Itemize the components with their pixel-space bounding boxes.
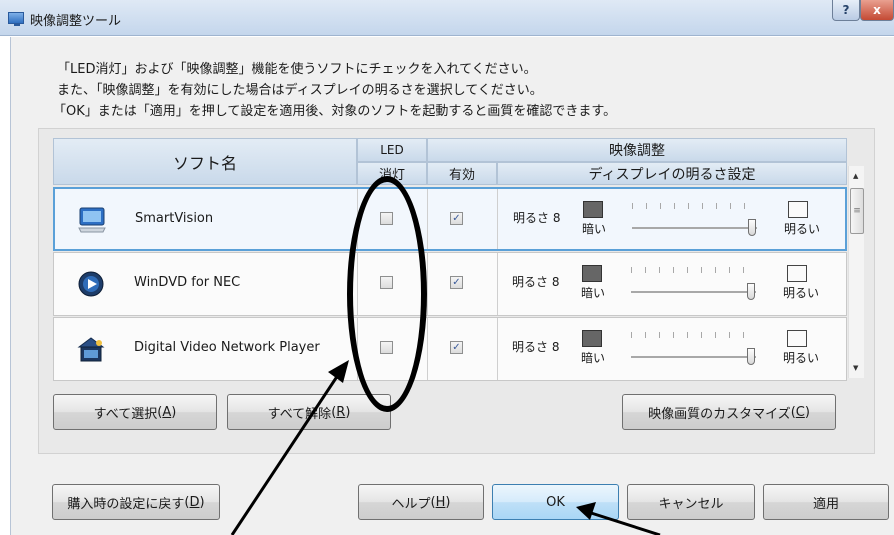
enabled-checkbox[interactable]: ✓ xyxy=(450,276,463,289)
title-bar: 映像調整ツール ? x xyxy=(0,0,894,36)
header-enabled: 有効 xyxy=(427,162,497,185)
help-label: ヘルプ xyxy=(391,496,431,512)
customize-accel: C xyxy=(795,404,805,420)
clear-all-accel: R xyxy=(336,404,346,420)
brightness-value: 明るさ 8 xyxy=(513,211,561,225)
help-accel: H xyxy=(435,494,446,510)
light-label: 明るい xyxy=(783,286,820,300)
brightness-slider-track[interactable] xyxy=(631,291,756,293)
clear-all-button[interactable]: すべて解除(R) xyxy=(227,394,391,430)
header-video-adjust: 映像調整 xyxy=(427,138,847,162)
software-name: SmartVision xyxy=(135,211,214,226)
header-brightness: ディスプレイの明るさ設定 xyxy=(497,162,847,185)
help-button[interactable]: ヘルプ(H) xyxy=(358,484,484,520)
software-name: Digital Video Network Player xyxy=(134,340,320,355)
ok-button[interactable]: OK xyxy=(492,484,619,520)
brightness-slider-thumb[interactable] xyxy=(748,219,756,236)
scroll-down-icon[interactable]: ▼ xyxy=(853,364,858,372)
table-scrollbar[interactable]: ▲ ≡ ▼ xyxy=(848,166,864,378)
dvd-play-icon xyxy=(78,271,104,297)
annotation-ellipse xyxy=(347,176,427,412)
instruction-line-2: また、「映像調整」を有効にした場合はディスプレイの明るさを選択してください。 xyxy=(57,83,543,98)
select-all-accel: A xyxy=(162,404,172,420)
brightness-slider-track[interactable] xyxy=(631,356,756,358)
brightness-slider-track[interactable] xyxy=(632,227,757,229)
enabled-checkbox[interactable]: ✓ xyxy=(450,212,463,225)
restore-defaults-button[interactable]: 購入時の設定に戻す(D) xyxy=(52,484,220,520)
network-player-icon xyxy=(77,337,105,362)
select-all-button[interactable]: すべて選択(A) xyxy=(53,394,217,430)
light-swatch-icon xyxy=(788,201,808,218)
light-swatch-icon xyxy=(787,330,807,347)
scroll-up-icon[interactable]: ▲ xyxy=(853,172,858,180)
light-label: 明るい xyxy=(784,222,821,236)
dark-label: 暗い xyxy=(582,222,607,236)
restore-accel: D xyxy=(189,494,200,510)
light-swatch-icon xyxy=(787,265,807,282)
slider-ticks xyxy=(631,332,756,338)
dark-label: 暗い xyxy=(581,351,606,365)
brightness-slider-thumb[interactable] xyxy=(747,283,755,300)
app-monitor-icon xyxy=(8,12,24,26)
apply-button[interactable]: 適用 xyxy=(763,484,889,520)
brightness-value: 明るさ 8 xyxy=(512,340,560,354)
customize-label: 映像画質のカスタマイズ xyxy=(648,406,791,422)
header-led: LED xyxy=(357,138,427,162)
clear-all-label: すべて解除 xyxy=(267,406,332,422)
brightness-slider-thumb[interactable] xyxy=(747,348,755,365)
dark-swatch-icon xyxy=(582,330,602,347)
customize-button[interactable]: 映像画質のカスタマイズ(C) xyxy=(622,394,836,430)
instruction-line-3: 「OK」または「適用」を押して設定を適用後、対象のソフトを起動すると画質を確認で… xyxy=(53,104,617,119)
scroll-thumb[interactable]: ≡ xyxy=(850,188,864,234)
table-row[interactable]: SmartVision ✓ 明るさ 8 暗い 明るい xyxy=(53,187,847,251)
enabled-checkbox[interactable]: ✓ xyxy=(450,341,463,354)
instruction-line-1: 「LED消灯」および「映像調整」機能を使うソフトにチェックを入れてください。 xyxy=(57,62,537,77)
slider-ticks xyxy=(631,267,756,273)
cancel-button[interactable]: キャンセル xyxy=(627,484,755,520)
software-name: WinDVD for NEC xyxy=(134,275,241,290)
restore-label: 購入時の設定に戻す xyxy=(67,496,185,512)
close-button[interactable]: x xyxy=(860,0,894,21)
title-help-button[interactable]: ? xyxy=(832,0,860,21)
slider-ticks xyxy=(632,203,757,209)
table-row[interactable]: Digital Video Network Player ✓ 明るさ 8 暗い … xyxy=(53,317,847,381)
dark-swatch-icon xyxy=(583,201,603,218)
brightness-value: 明るさ 8 xyxy=(512,275,560,289)
table-row[interactable]: WinDVD for NEC ✓ 明るさ 8 暗い 明るい xyxy=(53,252,847,316)
dark-label: 暗い xyxy=(581,286,606,300)
light-label: 明るい xyxy=(783,351,820,365)
header-software-name: ソフト名 xyxy=(53,138,357,185)
dark-swatch-icon xyxy=(582,265,602,282)
window-title: 映像調整ツール xyxy=(30,14,122,29)
tv-monitor-icon xyxy=(78,207,106,233)
select-all-label: すべて選択 xyxy=(93,406,158,422)
